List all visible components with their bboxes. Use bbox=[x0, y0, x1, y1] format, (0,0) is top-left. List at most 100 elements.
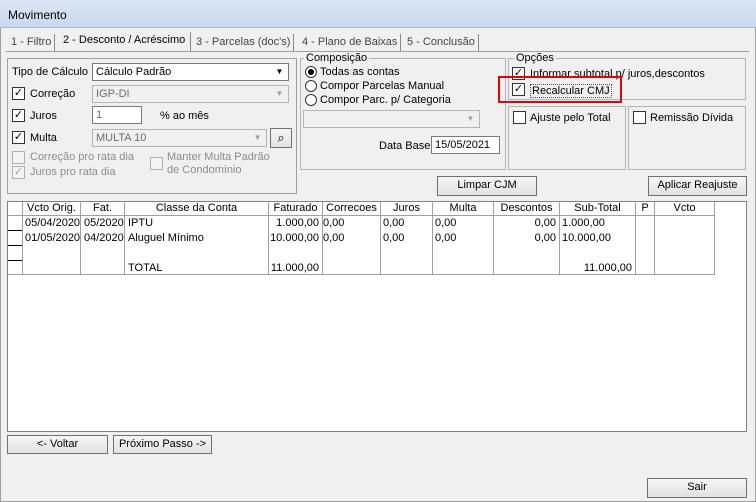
total-label: TOTAL bbox=[128, 262, 163, 274]
grid-vline bbox=[714, 216, 715, 274]
data-base-input[interactable]: 15/05/2021 bbox=[431, 136, 500, 154]
aplicar-reajuste-button[interactable]: Aplicar Reajuste bbox=[648, 176, 747, 196]
composicao-title: Composição bbox=[304, 52, 370, 64]
cell-correcoes[interactable]: 0,00 bbox=[323, 216, 344, 231]
multa-label: Multa bbox=[30, 132, 57, 144]
row-indicator-line bbox=[8, 260, 22, 261]
cell-vcto-orig[interactable]: 01/05/2020 bbox=[25, 231, 80, 246]
proximo-passo-button[interactable]: Próximo Passo -> bbox=[113, 435, 212, 454]
radio-todas-contas[interactable] bbox=[305, 66, 317, 78]
grid-header-descontos[interactable]: Descontos bbox=[494, 202, 560, 216]
cell-fat[interactable]: 04/2020 bbox=[84, 231, 124, 246]
tab-plano-baixas[interactable]: 4 - Plano de Baixas bbox=[299, 34, 402, 52]
grid-header-juros[interactable]: Juros bbox=[381, 202, 433, 216]
grid-vline bbox=[654, 216, 655, 274]
grid-header-p[interactable]: P bbox=[636, 202, 655, 216]
highlight-box bbox=[498, 76, 622, 103]
cell-subtotal[interactable]: 1.000,00 bbox=[562, 216, 605, 231]
grid-header-vcto-orig[interactable]: Vcto Orig. bbox=[23, 202, 81, 216]
radio-parcelas-manual[interactable] bbox=[305, 80, 317, 92]
juros-rata-label: Juros pro rata dia bbox=[30, 166, 116, 178]
grid-vline bbox=[22, 216, 23, 274]
cell-multa[interactable]: 0,00 bbox=[435, 231, 456, 246]
multa-checkbox[interactable]: ✓ bbox=[12, 131, 25, 144]
data-base-label: Data Base bbox=[379, 140, 431, 152]
grid-vline bbox=[124, 216, 125, 274]
juros-unit: % ao mês bbox=[160, 110, 209, 122]
ajuste-total-label: Ajuste pelo Total bbox=[530, 112, 611, 124]
total-faturado: 11.000,00 bbox=[270, 262, 319, 274]
dropdown-arrow-icon[interactable]: ▼ bbox=[272, 87, 287, 101]
tab-desconto-acrescimo[interactable]: 2 - Desconto / Acréscimo bbox=[58, 32, 192, 52]
cell-subtotal[interactable]: 10.000,00 bbox=[562, 231, 611, 246]
juros-input[interactable]: 1 bbox=[92, 106, 142, 124]
cell-correcoes[interactable]: 0,00 bbox=[323, 231, 344, 246]
correcao-label: Correção bbox=[30, 88, 76, 100]
cell-juros[interactable]: 0,00 bbox=[383, 231, 404, 246]
grid-header-fat[interactable]: Fat. bbox=[81, 202, 125, 216]
grid-header-vcto[interactable]: Vcto bbox=[655, 202, 715, 216]
cell-descontos[interactable]: 0,00 bbox=[494, 216, 556, 231]
correcao-value: IGP-DI bbox=[96, 88, 130, 100]
dropdown-arrow-icon[interactable]: ▼ bbox=[463, 112, 478, 126]
correcao-rata-label: Correção pro rata dia bbox=[30, 151, 134, 163]
grid-header-classe[interactable]: Classe da Conta bbox=[125, 202, 269, 216]
grid-header-subtotal[interactable]: Sub-Total bbox=[560, 202, 636, 216]
cell-descontos[interactable]: 0,00 bbox=[494, 231, 556, 246]
grid-vline bbox=[80, 216, 81, 274]
grid-header-correcoes[interactable]: Correcoes bbox=[323, 202, 381, 216]
tipo-calculo-value: Cálculo Padrão bbox=[96, 66, 172, 78]
binoculars-icon: ⌕ bbox=[277, 130, 285, 145]
tab-filtro[interactable]: 1 - Filtro bbox=[8, 34, 56, 52]
juros-rata-checkbox[interactable]: ✓ bbox=[12, 166, 25, 179]
juros-checkbox[interactable]: ✓ bbox=[12, 109, 25, 122]
tab-conclusao[interactable]: 5 - Conclusão bbox=[404, 34, 479, 52]
cell-juros[interactable]: 0,00 bbox=[383, 216, 404, 231]
voltar-button[interactable]: <- Voltar bbox=[7, 435, 108, 454]
radio-parc-categoria-label: Compor Parc. p/ Categoria bbox=[320, 94, 451, 106]
tab-parcelas[interactable]: 3 - Parcelas (doc's) bbox=[193, 34, 295, 52]
cell-faturado[interactable]: 10.000,00 bbox=[269, 231, 319, 246]
grid-vline bbox=[635, 216, 636, 274]
grid-vline bbox=[380, 216, 381, 274]
manter-multa-label-2: de Condomínio bbox=[167, 164, 242, 176]
remissao-divida-checkbox[interactable] bbox=[633, 111, 646, 124]
grid-header-multa[interactable]: Multa bbox=[433, 202, 494, 216]
window-title: Movimento bbox=[8, 8, 67, 22]
radio-todas-contas-label: Todas as contas bbox=[320, 66, 400, 78]
radio-parcelas-manual-label: Compor Parcelas Manual bbox=[320, 80, 445, 92]
grid-header-indicator bbox=[8, 202, 23, 216]
cell-classe[interactable]: IPTU bbox=[128, 216, 153, 231]
dropdown-arrow-icon[interactable]: ▼ bbox=[250, 131, 265, 145]
grid-header-faturado[interactable]: Faturado bbox=[269, 202, 323, 216]
cell-classe[interactable]: Aluguel Mínimo bbox=[128, 231, 204, 246]
tipo-calculo-label: Tipo de Cálculo bbox=[12, 66, 89, 78]
categoria-select[interactable]: ▼ bbox=[303, 110, 480, 128]
sair-button[interactable]: Sair bbox=[647, 478, 747, 498]
window-titlebar: Movimento bbox=[0, 0, 756, 28]
correcao-select[interactable]: IGP-DI ▼ bbox=[92, 85, 289, 103]
ajuste-total-checkbox[interactable] bbox=[513, 111, 526, 124]
juros-label: Juros bbox=[30, 110, 57, 122]
grid-vline bbox=[432, 216, 433, 274]
radio-parc-categoria[interactable] bbox=[305, 94, 317, 106]
opcoes-title: Opções bbox=[514, 52, 556, 64]
multa-select[interactable]: MULTA 10 ▼ bbox=[92, 129, 267, 147]
cell-vcto-orig[interactable]: 05/04/2020 bbox=[25, 216, 80, 231]
manter-multa-label-1: Manter Multa Padrão bbox=[167, 151, 270, 163]
correcao-rata-checkbox[interactable] bbox=[12, 151, 25, 164]
cell-multa[interactable]: 0,00 bbox=[435, 216, 456, 231]
manter-multa-checkbox[interactable] bbox=[150, 157, 163, 170]
dropdown-arrow-icon[interactable]: ▼ bbox=[272, 65, 287, 79]
cell-faturado[interactable]: 1.000,00 bbox=[269, 216, 319, 231]
remissao-divida-label: Remissão Dívida bbox=[650, 112, 734, 124]
tab-divider bbox=[6, 51, 749, 52]
parcelas-grid[interactable]: Vcto Orig. Fat. Classe da Conta Faturado… bbox=[7, 201, 747, 432]
correcao-checkbox[interactable]: ✓ bbox=[12, 87, 25, 100]
binoculars-search-button[interactable]: ⌕ bbox=[270, 128, 292, 148]
cell-fat[interactable]: 05/2020 bbox=[84, 216, 124, 231]
row-indicator-line bbox=[8, 230, 22, 231]
limpar-cjm-button[interactable]: Limpar CJM bbox=[437, 176, 537, 196]
tipo-calculo-select[interactable]: Cálculo Padrão ▼ bbox=[92, 63, 289, 81]
total-subtotal: 11.000,00 bbox=[583, 262, 632, 274]
